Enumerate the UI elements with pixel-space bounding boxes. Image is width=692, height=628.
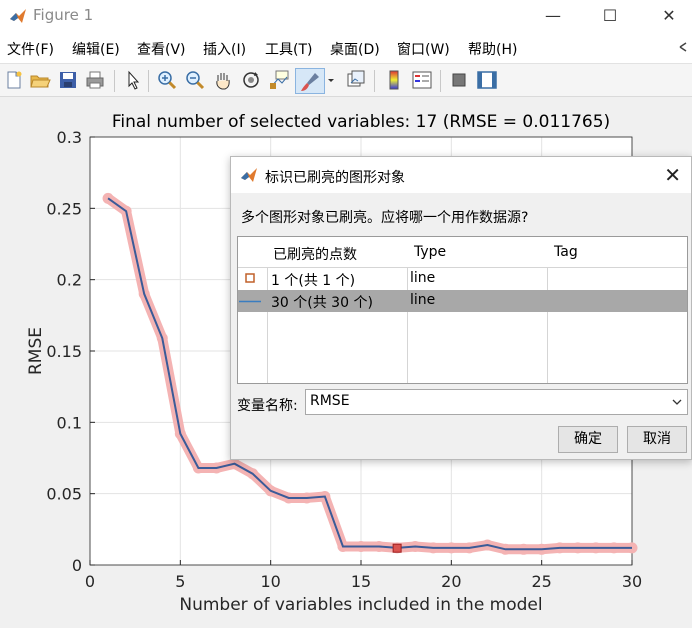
- brushed-object-dialog: 标识已刷亮的图形对象 ✕ 多个图形对象已刷亮。应将哪一个用作数据源? 已刷亮的点…: [230, 156, 692, 460]
- x-tick-label: 30: [622, 572, 642, 591]
- menu-tools[interactable]: 工具(T): [265, 39, 312, 59]
- dialog-title: 标识已刷亮的图形对象: [265, 170, 405, 186]
- row-points: 1 个(共 1 个): [271, 273, 356, 289]
- brush-dropdown-icon[interactable]: [326, 69, 336, 91]
- pointer-icon[interactable]: [122, 69, 144, 91]
- selected-point-marker: [392, 543, 402, 553]
- x-tick-label: 0: [85, 572, 95, 591]
- menu-insert[interactable]: 插入(I): [203, 39, 246, 59]
- column-header-type[interactable]: Type: [414, 244, 446, 260]
- x-tick-label: 15: [351, 572, 371, 591]
- zoom-in-icon[interactable]: [156, 69, 178, 91]
- toolbar-separator: [114, 70, 115, 92]
- x-tick-label: 10: [260, 572, 280, 591]
- close-button[interactable]: ✕: [657, 5, 681, 27]
- x-tick-label: 20: [441, 572, 461, 591]
- brushed-objects-table: 已刷亮的点数 Type Tag 1 个(共 1 个) line 30 个(共 3…: [237, 236, 688, 384]
- square-marker-icon: [245, 273, 255, 283]
- y-tick-label: 0.2: [57, 271, 82, 290]
- column-header-points[interactable]: 已刷亮的点数: [273, 244, 357, 264]
- x-tick-label: 5: [175, 572, 185, 591]
- table-header: 已刷亮的点数 Type Tag: [238, 237, 687, 268]
- table-row[interactable]: 1 个(共 1 个) line: [238, 268, 687, 290]
- toolbar-separator: [148, 70, 149, 92]
- maximize-button[interactable]: ☐: [598, 5, 622, 27]
- cancel-button[interactable]: 取消: [627, 426, 687, 453]
- y-tick-label: 0.05: [46, 485, 82, 504]
- chevron-down-icon: [672, 399, 682, 405]
- row-type: line: [410, 270, 436, 286]
- x-axis-label: Number of variables included in the mode…: [179, 595, 542, 615]
- table-row[interactable]: 30 个(共 30 个) line: [238, 290, 687, 312]
- rotate-3d-icon[interactable]: [240, 69, 262, 91]
- y-tick-label: 0: [72, 556, 82, 575]
- y-tick-label: 0.1: [57, 413, 82, 432]
- matlab-logo-icon: [10, 9, 26, 23]
- dock-arrow-icon[interactable]: [678, 41, 690, 53]
- y-tick-label: 0.25: [46, 199, 82, 218]
- chart-title: Final number of selected variables: 17 (…: [112, 112, 610, 132]
- row-points: 30 个(共 30 个): [271, 295, 373, 311]
- variable-name-select[interactable]: RMSE: [305, 389, 688, 415]
- menu-file[interactable]: 文件(F): [7, 39, 54, 59]
- minimize-button[interactable]: —: [541, 5, 565, 27]
- save-icon[interactable]: [57, 69, 79, 91]
- new-file-icon[interactable]: [3, 69, 25, 91]
- link-plot-icon[interactable]: [345, 69, 367, 91]
- menu-help[interactable]: 帮助(H): [468, 39, 517, 59]
- x-tick-label: 25: [531, 572, 551, 591]
- column-header-tag[interactable]: Tag: [554, 244, 578, 260]
- line-marker-icon: [239, 300, 261, 303]
- dialog-question: 多个图形对象已刷亮。应将哪一个用作数据源?: [241, 210, 529, 226]
- variable-name-label: 变量名称:: [237, 398, 298, 414]
- y-axis-label: RMSE: [26, 327, 46, 375]
- show-plot-tools-icon[interactable]: [476, 69, 498, 91]
- open-folder-icon[interactable]: [29, 69, 51, 91]
- toolbar-separator: [440, 70, 441, 92]
- matlab-logo-icon: [241, 168, 257, 182]
- menu-window[interactable]: 窗口(W): [397, 39, 450, 59]
- window-title: Figure 1: [33, 6, 94, 24]
- variable-name-value: RMSE: [310, 393, 350, 409]
- print-icon[interactable]: [84, 69, 106, 91]
- legend-icon[interactable]: [411, 69, 433, 91]
- menu-view[interactable]: 查看(V): [137, 39, 186, 59]
- zoom-out-icon[interactable]: [184, 69, 206, 91]
- menu-bar: 文件(F) 编辑(E) 查看(V) 插入(I) 工具(T) 桌面(D) 窗口(W…: [0, 33, 692, 63]
- menu-edit[interactable]: 编辑(E): [72, 39, 120, 59]
- data-cursor-icon[interactable]: [268, 69, 290, 91]
- pan-hand-icon[interactable]: [212, 69, 234, 91]
- row-type: line: [410, 292, 436, 308]
- colorbar-icon[interactable]: [383, 69, 405, 91]
- ok-button[interactable]: 确定: [558, 426, 618, 453]
- menu-desktop[interactable]: 桌面(D): [330, 39, 380, 59]
- brush-button[interactable]: [295, 68, 325, 94]
- y-tick-label: 0.3: [57, 128, 82, 147]
- dialog-title-bar: 标识已刷亮的图形对象 ✕: [231, 157, 691, 193]
- toolbar: [0, 63, 692, 97]
- y-tick-label: 0.15: [46, 342, 82, 361]
- toolbar-separator: [374, 70, 375, 92]
- hide-plot-tools-icon[interactable]: [448, 69, 470, 91]
- brush-icon: [301, 73, 319, 91]
- dialog-close-icon[interactable]: ✕: [664, 163, 681, 187]
- title-bar: Figure 1 — ☐ ✕: [0, 0, 692, 33]
